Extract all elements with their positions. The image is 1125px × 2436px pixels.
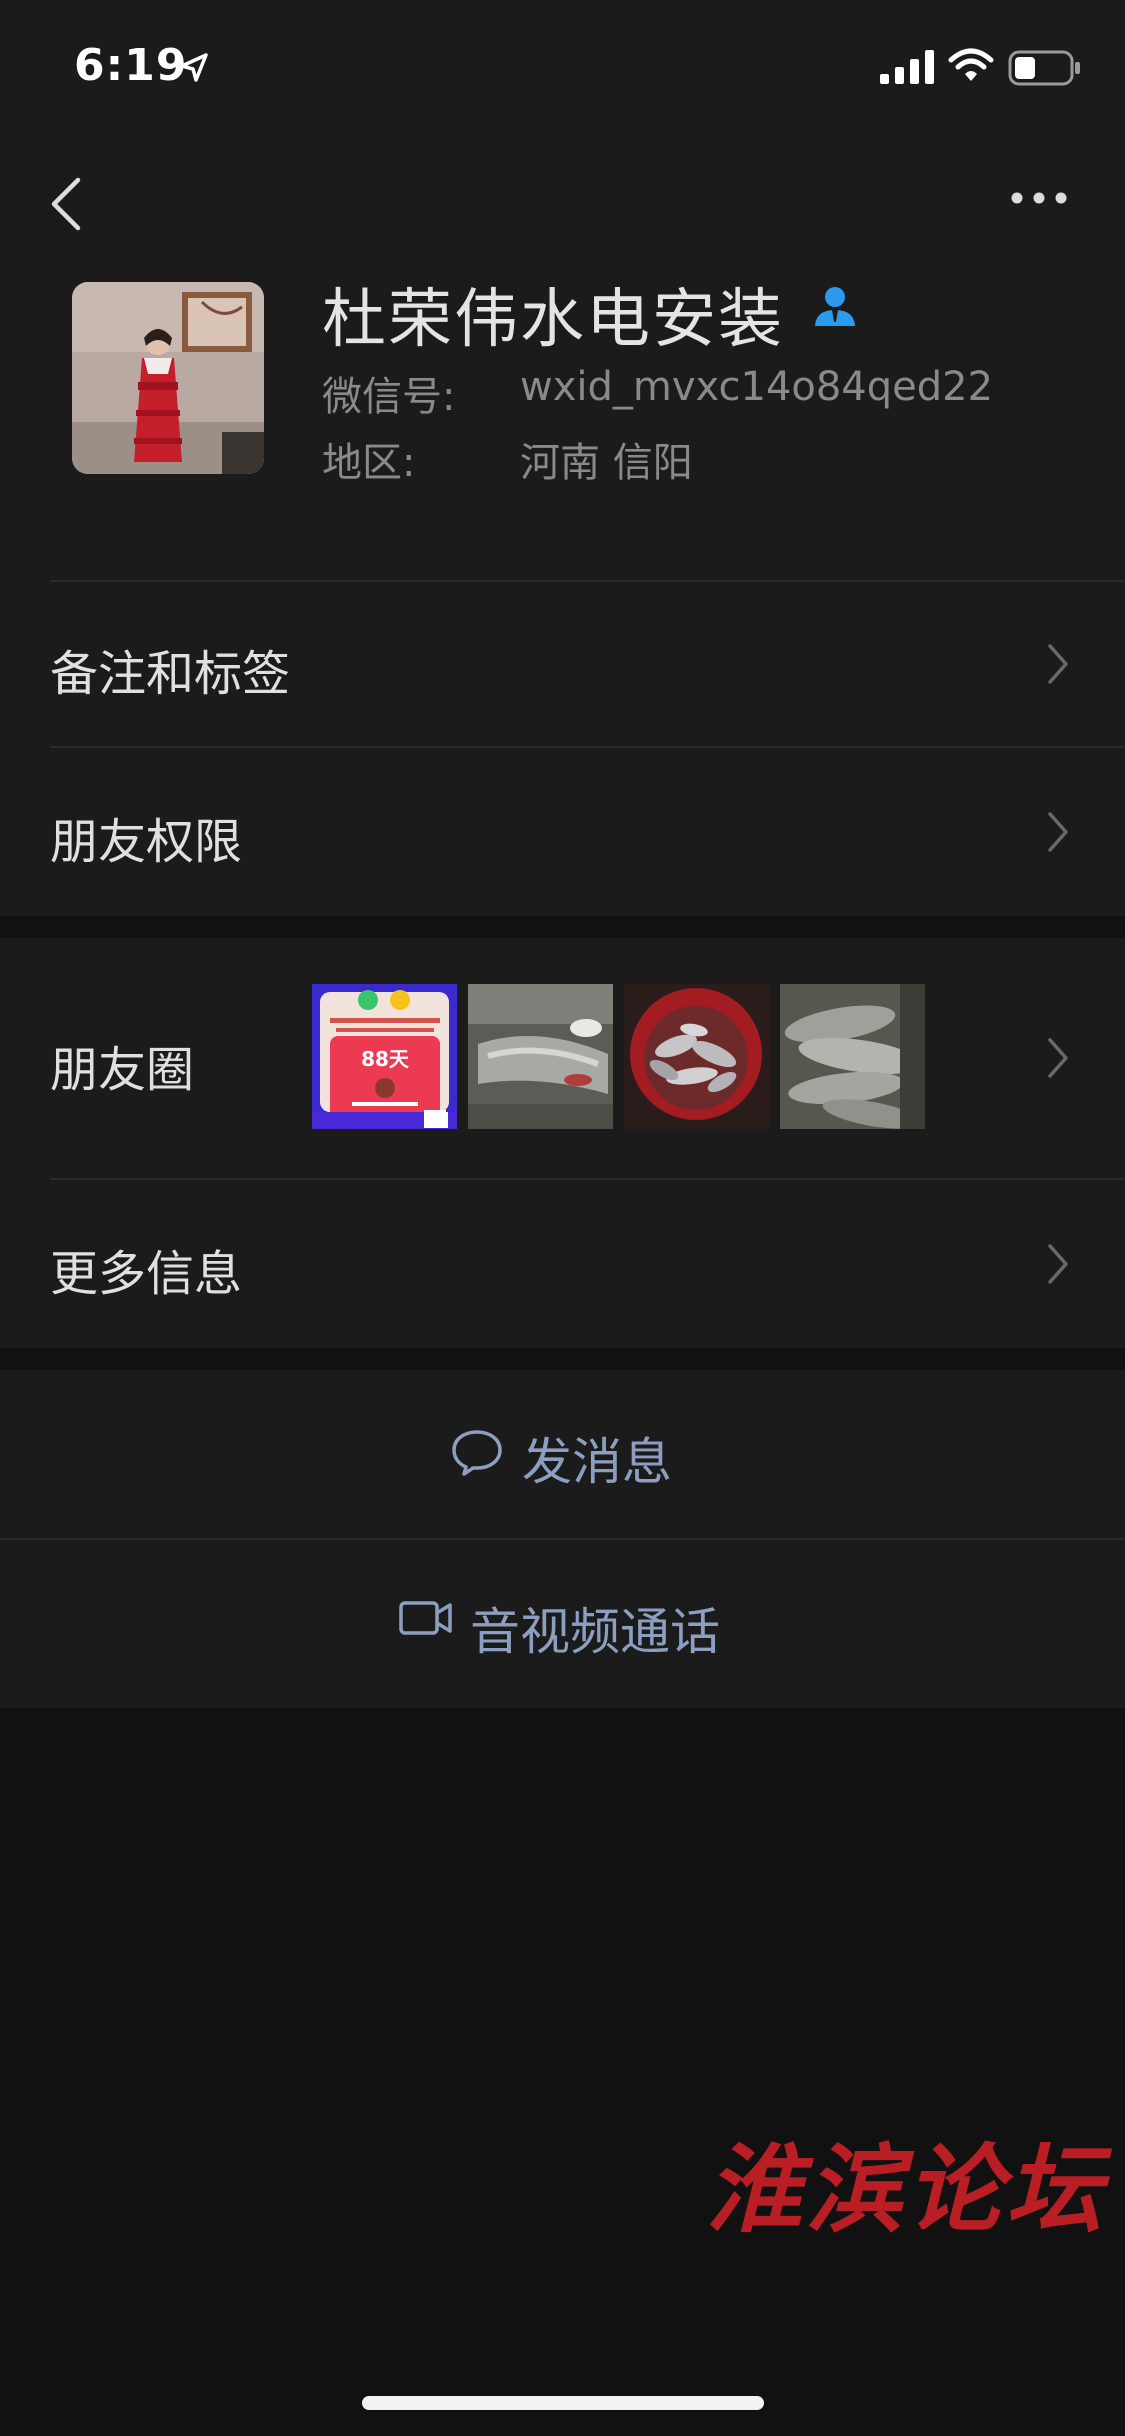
back-chevron-icon[interactable] xyxy=(46,172,86,240)
video-call-label: 音视频通话 xyxy=(470,1603,720,1661)
contact-person-icon xyxy=(812,284,858,332)
remarks-tags-row[interactable]: 备注和标签 xyxy=(0,580,1125,748)
moments-thumbnail-2 xyxy=(468,984,613,1129)
video-camera-icon xyxy=(398,1598,454,1642)
location-arrow-icon xyxy=(178,52,210,88)
chevron-right-icon xyxy=(1046,810,1070,858)
moments-row[interactable]: 朋友圈 88天 xyxy=(0,938,1125,1178)
actions-section: 发消息 音视频通话 xyxy=(0,1370,1125,1708)
profile-name: 杜荣伟水电安装 xyxy=(322,283,784,357)
more-options-icon[interactable] xyxy=(1010,190,1068,209)
region-value: 河南 信阳 xyxy=(520,440,693,486)
chevron-right-icon xyxy=(1046,1036,1070,1084)
cellular-signal-icon xyxy=(880,50,936,88)
moments-label: 朋友圈 xyxy=(50,1042,195,1098)
settings-section: 备注和标签 朋友权限 xyxy=(0,580,1125,916)
moments-thumbnail-4 xyxy=(780,984,925,1129)
region-label: 地区: xyxy=(322,440,416,486)
chevron-right-icon xyxy=(1046,642,1070,690)
remarks-tags-label: 备注和标签 xyxy=(50,646,291,702)
profile-header: 杜荣伟水电安装 微信号: wxid_mvxc14o84qed22 地区: 河南 … xyxy=(0,132,1125,580)
video-call-button[interactable]: 音视频通话 xyxy=(0,1540,1125,1708)
moments-thumbnail-1: 88天 xyxy=(312,984,457,1129)
avatar[interactable] xyxy=(72,282,264,474)
chevron-right-icon xyxy=(1046,1242,1070,1290)
friend-permissions-row[interactable]: 朋友权限 xyxy=(0,748,1125,916)
wifi-icon xyxy=(948,48,994,88)
battery-icon xyxy=(1008,50,1082,90)
send-message-button[interactable]: 发消息 xyxy=(0,1370,1125,1538)
moments-section: 朋友圈 88天 更多信息 xyxy=(0,938,1125,1348)
home-indicator[interactable] xyxy=(362,2396,764,2410)
send-message-label: 发消息 xyxy=(522,1433,672,1491)
more-info-label: 更多信息 xyxy=(50,1246,243,1302)
friend-permissions-label: 朋友权限 xyxy=(50,814,243,870)
status-time: 6:19 xyxy=(74,40,188,91)
forum-watermark: 淮滨论坛 xyxy=(706,2133,1106,2246)
status-bar: 6:19 xyxy=(0,0,1125,132)
wechat-id-value[interactable]: wxid_mvxc14o84qed22 xyxy=(520,364,993,410)
chat-bubble-icon xyxy=(450,1428,504,1480)
more-info-row[interactable]: 更多信息 xyxy=(0,1180,1125,1348)
wechat-id-label: 微信号: xyxy=(322,374,456,420)
moments-thumb-price: 88天 xyxy=(361,1047,410,1071)
moments-thumbnail-3 xyxy=(624,984,769,1129)
